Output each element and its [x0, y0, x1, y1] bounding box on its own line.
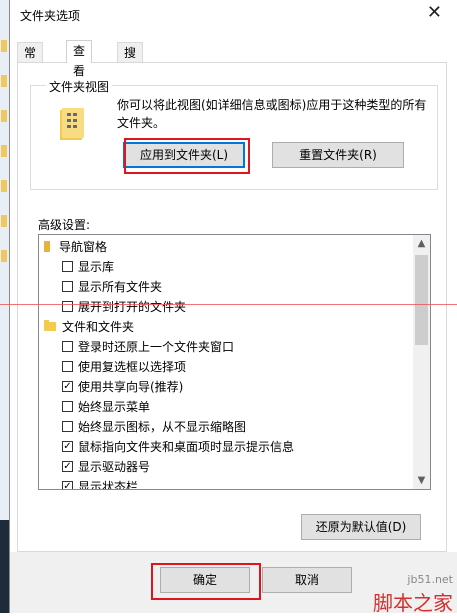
folder-icon — [44, 320, 56, 331]
option-label: 使用复选框以选择项 — [78, 360, 187, 374]
folder-options-dialog: 文件夹选项 ✕ 常规 查看 搜索 文件夹视图 你可以将此视图(如详细信息或图标)… — [9, 0, 457, 613]
close-icon[interactable]: ✕ — [427, 3, 442, 23]
category-label: 文件和文件夹 — [62, 320, 135, 334]
category-label: 导航窗格 — [59, 240, 108, 254]
option-label: 显示所有文件夹 — [78, 280, 163, 294]
checkbox-checked[interactable]: ✓ — [62, 441, 73, 452]
option-label: 显示库 — [78, 260, 115, 274]
tab-search[interactable]: 搜索 — [117, 42, 144, 80]
tab-view[interactable]: 查看 — [66, 40, 93, 78]
reset-folders-button[interactable]: 重置文件夹(R) — [272, 142, 404, 168]
folder-icon — [1, 215, 7, 227]
folder-icon — [1, 180, 7, 192]
folder-icon — [1, 75, 7, 87]
checkbox-checked[interactable]: ✓ — [62, 461, 73, 472]
checkbox[interactable] — [62, 341, 73, 352]
background-desktop — [0, 520, 9, 613]
apply-to-folders-button[interactable]: 应用到文件夹(L) — [123, 142, 245, 168]
checkbox-checked[interactable]: ✓ — [62, 481, 73, 489]
tab-general[interactable]: 常规 — [17, 42, 44, 80]
option-label: 使用共享向导(推荐) — [78, 380, 184, 394]
option-label: 始终显示图标，从不显示缩略图 — [78, 420, 247, 434]
window-title: 文件夹选项 — [20, 9, 81, 23]
checkbox[interactable] — [62, 281, 73, 292]
option-label: 始终显示菜单 — [78, 400, 151, 414]
advanced-settings-label: 高级设置: — [38, 218, 91, 232]
scroll-up-icon[interactable]: ▲ — [413, 235, 430, 252]
folder-icon — [1, 110, 7, 122]
option-label: 鼠标指向文件夹和桌面项时显示提示信息 — [78, 440, 295, 454]
option-label: 显示驱动器号 — [78, 460, 151, 474]
checkbox-checked[interactable]: ✓ — [62, 381, 73, 392]
scrollbar-thumb[interactable] — [415, 255, 428, 345]
folder-icon — [1, 250, 7, 262]
option-label: 展开到打开的文件夹 — [78, 300, 187, 314]
folder-icon — [1, 40, 7, 52]
navigation-pane-icon — [44, 241, 50, 252]
scroll-down-icon[interactable]: ▼ — [413, 472, 430, 489]
restore-defaults-button[interactable]: 还原为默认值(D) — [301, 514, 421, 540]
ok-button[interactable]: 确定 — [160, 567, 250, 593]
checkbox[interactable] — [62, 261, 73, 272]
checkbox[interactable] — [62, 301, 73, 312]
option-label: 登录时还原上一个文件夹窗口 — [78, 340, 235, 354]
advanced-settings-list[interactable]: 导航窗格 显示库 显示所有文件夹 展开到打开的文件夹 文件和文件夹 登录时还原上… — [38, 234, 431, 490]
checkbox[interactable] — [62, 401, 73, 412]
folder-view-description: 你可以将此视图(如详细信息或图标)应用于这种类型的所有文件夹。 — [117, 98, 427, 130]
folder-icon — [1, 145, 7, 157]
checkbox[interactable] — [62, 421, 73, 432]
option-label: 显示状态栏 — [78, 480, 139, 490]
folder-view-icon — [60, 108, 84, 143]
checkbox[interactable] — [62, 361, 73, 372]
cancel-button[interactable]: 取消 — [262, 567, 352, 593]
vertical-scrollbar[interactable]: ▲ ▼ — [413, 235, 430, 489]
